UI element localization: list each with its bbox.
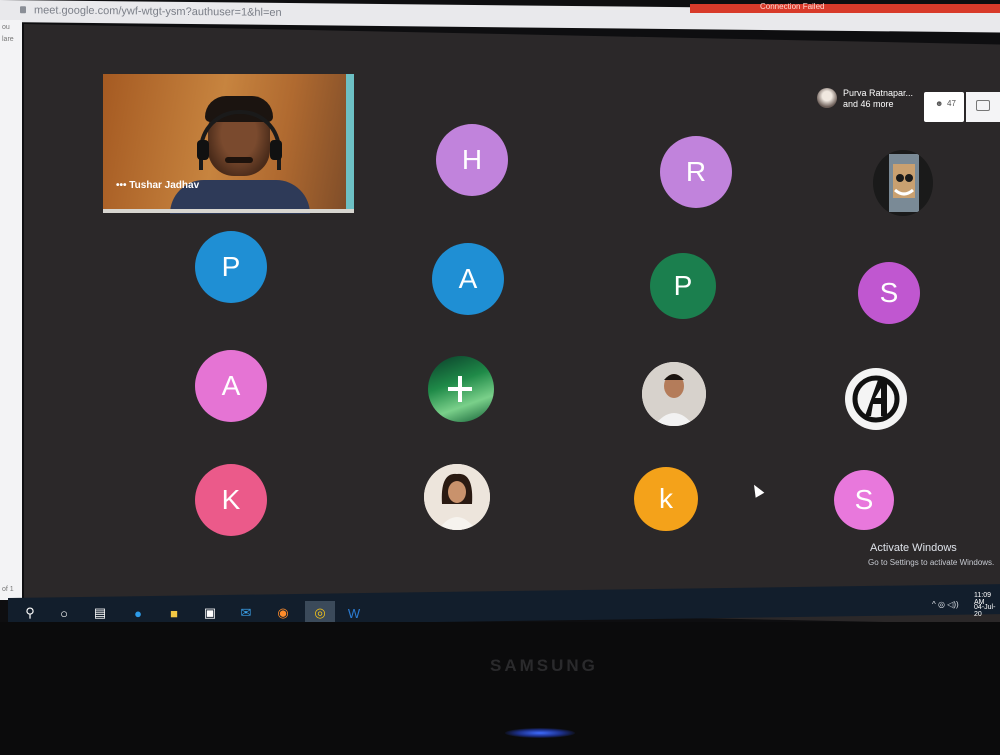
chat-icon	[976, 100, 990, 111]
people-count: 47	[947, 99, 956, 108]
participant-tile-r[interactable]: R	[660, 136, 732, 208]
site-info-icon[interactable]	[20, 6, 26, 14]
participant-initial: P	[673, 270, 693, 301]
participant-mustache	[225, 157, 253, 163]
comic-avatar-image	[889, 154, 919, 212]
participant-initial: P	[221, 251, 241, 282]
left-window-edge: ou lare of 1	[0, 20, 22, 600]
self-name-label: ••• Tushar Jadhav	[116, 180, 199, 191]
avengers-logo-icon	[852, 375, 900, 423]
power-light	[505, 728, 575, 738]
presenter-label[interactable]: Purva Ratnapar... and 46 more	[843, 88, 933, 110]
edge-icon[interactable]: ●	[130, 605, 146, 621]
participant-tile-a[interactable]: A	[432, 243, 504, 315]
participant-tile-p[interactable]: P	[195, 231, 267, 303]
more-options-icon[interactable]: •••	[116, 180, 127, 191]
woman-portrait-image	[424, 464, 490, 530]
store-icon[interactable]: ▣	[202, 605, 218, 621]
file-explorer-icon[interactable]: ■	[166, 605, 182, 621]
headset-ear-right	[270, 140, 282, 160]
people-icon: ☻	[935, 99, 944, 108]
participant-tile-k2[interactable]: k	[634, 467, 698, 531]
presenter-avatar[interactable]	[817, 88, 837, 108]
url-text[interactable]: meet.google.com/ywf-wtgt-ysm?authuser=1&…	[34, 4, 282, 19]
monitor-brand: SAMSUNG	[490, 656, 598, 675]
background-wall	[346, 74, 354, 213]
cortana-icon[interactable]: ○	[56, 605, 72, 621]
participant-initial: A	[221, 370, 241, 401]
mail-icon[interactable]: ✉	[238, 605, 254, 621]
plus-icon	[448, 376, 472, 402]
participant-tile-s2[interactable]: S	[834, 470, 894, 530]
firefox-icon[interactable]: ◉	[275, 605, 291, 621]
participant-tile-h[interactable]: H	[436, 124, 508, 196]
audio-level-bar	[103, 209, 354, 213]
people-button[interactable]	[924, 92, 964, 122]
activate-windows-title: Activate Windows	[870, 542, 957, 554]
notification-text: Connection Failed	[760, 2, 825, 11]
participant-initial: H	[461, 144, 483, 175]
presenter-more: and 46 more	[843, 99, 894, 109]
participant-tile-s[interactable]: S	[858, 262, 920, 324]
participant-tile-a2[interactable]: A	[195, 350, 267, 422]
task-view-icon[interactable]: ▤	[92, 605, 108, 621]
participant-tile-photo-comic[interactable]	[873, 150, 933, 216]
notification-strip	[690, 4, 1000, 13]
system-tray[interactable]: ^ ◎ ◁))	[932, 600, 959, 609]
presenter-name: Purva Ratnapar...	[843, 88, 914, 98]
participant-tile-photo-woman[interactable]	[424, 464, 490, 530]
monitor-bezel	[0, 622, 1000, 755]
headset-ear-left	[197, 140, 209, 160]
activate-windows-subtitle: Go to Settings to activate Windows.	[868, 558, 995, 567]
page-indicator: of 1	[2, 586, 14, 593]
left-edge-label: ou	[2, 24, 10, 31]
clock-date[interactable]: 04-Jul-20	[974, 604, 1000, 618]
man-portrait-image	[642, 362, 706, 426]
participant-initial: K	[221, 484, 241, 515]
participant-tile-avengers[interactable]	[845, 368, 907, 430]
participant-initial: R	[685, 156, 707, 187]
self-name: Tushar Jadhav	[129, 180, 200, 191]
participant-initial: k	[659, 483, 673, 514]
participant-tile-photo-man[interactable]	[642, 362, 706, 426]
chrome-icon[interactable]: ◎	[312, 605, 328, 621]
left-edge-label: lare	[2, 36, 14, 43]
search-icon[interactable]: ⚲	[22, 605, 38, 621]
participant-initial: S	[879, 277, 899, 308]
participant-tile-p2[interactable]: P	[650, 253, 716, 319]
participant-tile-photo-nature[interactable]	[428, 356, 494, 422]
participant-tile-k[interactable]: K	[195, 464, 267, 536]
participant-initial: A	[458, 263, 478, 294]
participant-initial: S	[854, 484, 874, 515]
word-icon[interactable]: W	[346, 605, 362, 621]
